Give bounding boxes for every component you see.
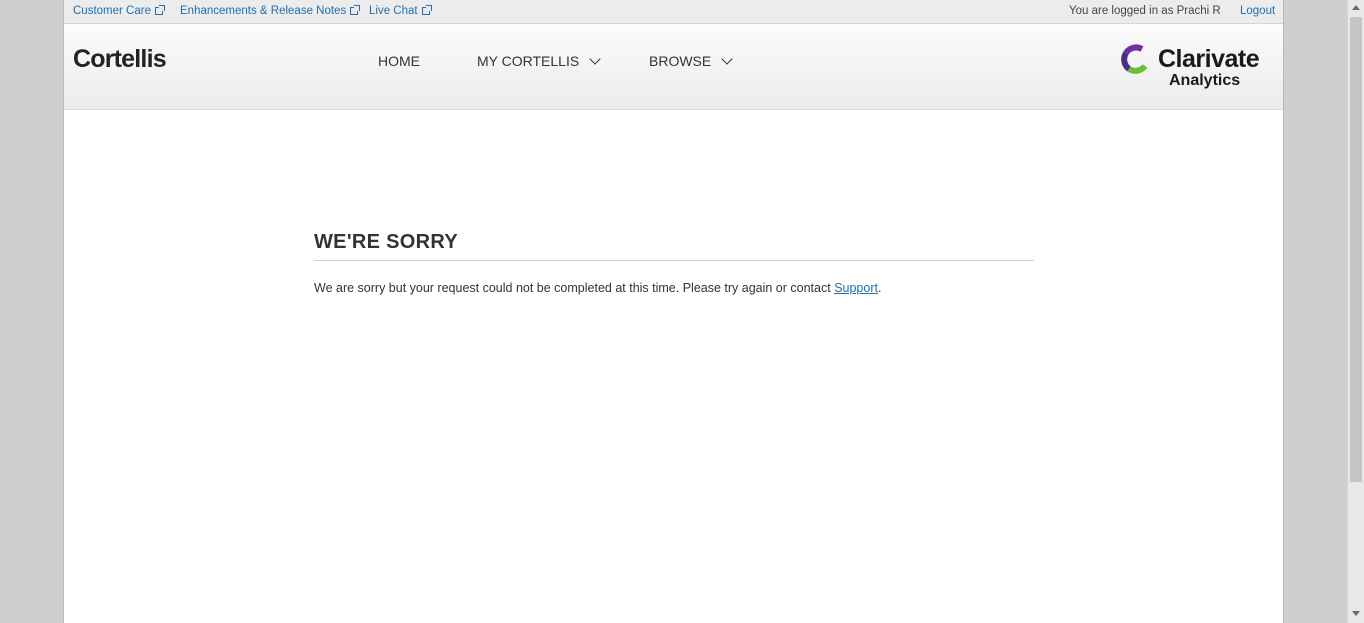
- error-panel: WE'RE SORRY We are sorry but your reques…: [314, 231, 1034, 295]
- utility-bar: Customer Care Enhancements & Release Not…: [64, 0, 1283, 24]
- external-link-icon: [154, 5, 165, 15]
- error-message-suffix: .: [877, 281, 882, 295]
- release-notes-label: Enhancements & Release Notes: [180, 5, 347, 17]
- error-message-text: We are sorry but your request could not …: [314, 281, 835, 295]
- error-title: WE'RE SORRY: [314, 231, 1034, 261]
- nav-my-cortellis-label: MY CORTELLIS: [477, 53, 580, 69]
- nav-my-cortellis[interactable]: MY CORTELLIS: [477, 53, 601, 69]
- error-message: We are sorry but your request could not …: [314, 281, 1034, 295]
- release-notes-link[interactable]: Enhancements & Release Notes: [180, 5, 361, 17]
- nav-browse[interactable]: BROWSE: [649, 53, 733, 69]
- scroll-up-icon[interactable]: [1352, 5, 1360, 10]
- header: Cortellis HOME MY CORTELLIS BROWSE Clari…: [64, 24, 1283, 110]
- nav-browse-label: BROWSE: [649, 53, 712, 69]
- customer-care-label: Customer Care: [73, 5, 151, 17]
- vertical-scrollbar[interactable]: [1347, 0, 1364, 623]
- nav-home[interactable]: HOME: [378, 53, 420, 69]
- customer-care-link[interactable]: Customer Care: [73, 5, 165, 17]
- scrollbar-thumb[interactable]: [1350, 17, 1362, 482]
- logo-text-clarivate: Clarivate: [1158, 45, 1260, 73]
- logged-in-text: You are logged in as Prachi R: [1069, 5, 1221, 17]
- nav-home-label: HOME: [378, 53, 420, 69]
- live-chat-link[interactable]: Live Chat: [369, 5, 432, 17]
- live-chat-label: Live Chat: [369, 5, 418, 17]
- clarivate-logo-icon: [1121, 44, 1148, 74]
- cortellis-logo[interactable]: Cortellis: [73, 45, 167, 74]
- page-container: Customer Care Enhancements & Release Not…: [63, 0, 1284, 623]
- external-link-icon: [350, 5, 361, 15]
- external-link-icon: [421, 5, 432, 15]
- logout-link[interactable]: Logout: [1240, 5, 1275, 17]
- support-link[interactable]: Support: [834, 281, 878, 295]
- chevron-down-icon: [589, 53, 601, 65]
- logo-text-analytics: Analytics: [1169, 72, 1241, 89]
- chevron-down-icon: [721, 53, 733, 65]
- scroll-down-icon[interactable]: [1352, 611, 1360, 616]
- clarivate-logo[interactable]: Clarivate Analytics: [1120, 43, 1270, 95]
